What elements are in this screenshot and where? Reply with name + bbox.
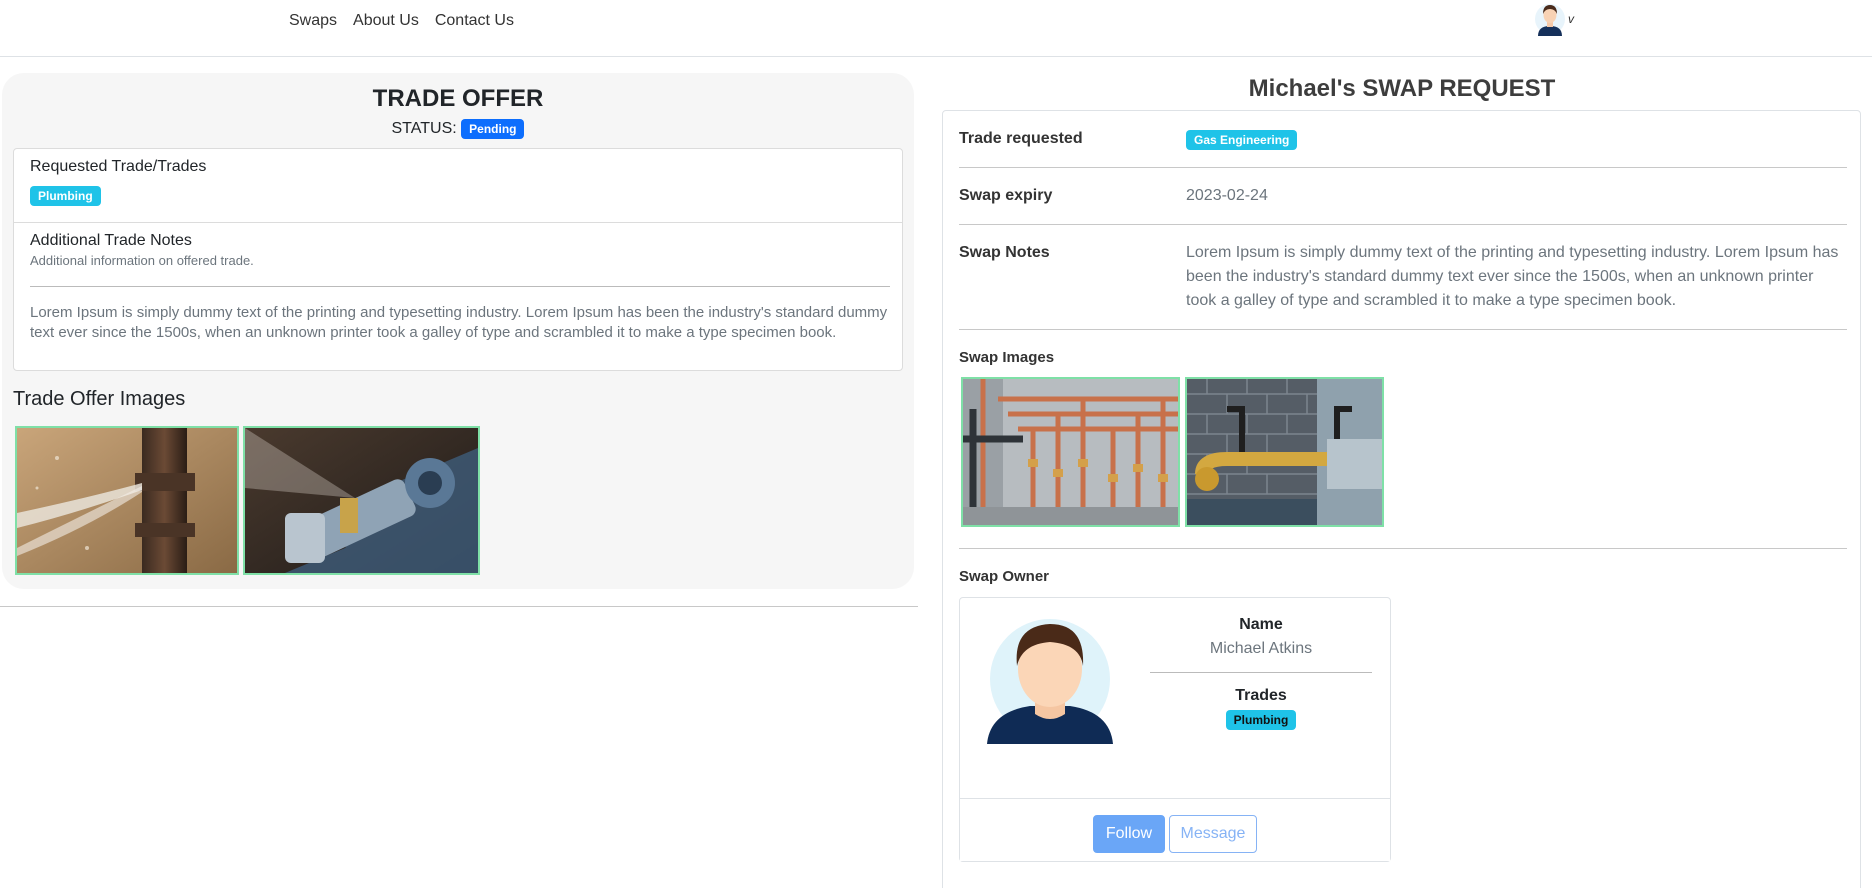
notes-divider <box>30 286 890 287</box>
owner-card-footer: Follow Message <box>960 798 1390 861</box>
owner-trade-badge: Plumbing <box>1225 710 1297 730</box>
trade-requested-badge: Gas Engineering <box>1186 130 1298 150</box>
swap-expiry-value: 2023-02-24 <box>1186 187 1268 204</box>
nav-links: Swaps About Us Contact Us <box>289 10 514 32</box>
trade-requested-label: Trade requested <box>959 130 1083 147</box>
nav-link-contact-us[interactable]: Contact Us <box>435 10 514 32</box>
gas-pipe-image <box>1187 379 1382 525</box>
swap-expiry-label: Swap expiry <box>959 187 1053 204</box>
message-button[interactable]: Message <box>1169 815 1257 853</box>
swap-request-card: Trade requested Gas Engineering Swap exp… <box>942 110 1861 888</box>
trade-offer-image-1[interactable] <box>15 426 239 575</box>
additional-notes-item: Additional Trade Notes Additional inform… <box>14 223 902 371</box>
requested-trade-badge: Plumbing <box>30 186 101 206</box>
user-menu-toggle[interactable]: v <box>1534 2 1574 36</box>
swap-image-2[interactable] <box>1185 377 1384 527</box>
owner-trades-label: Trades <box>1235 687 1287 704</box>
additional-notes-text: Lorem Ipsum is simply dummy text of the … <box>30 304 888 341</box>
owner-info: Name Michael Atkins Trades Plumbing <box>1150 616 1372 730</box>
trade-offer-images-title: Trade Offer Images <box>13 388 186 410</box>
row-divider <box>959 167 1847 168</box>
leaking-valve-image <box>245 428 478 573</box>
owner-avatar-icon <box>987 619 1113 744</box>
trade-offer-details: Requested Trade/Trades Plumbing Addition… <box>13 148 903 371</box>
owner-name-label: Name <box>1239 616 1283 633</box>
status-badge: Pending <box>461 119 525 139</box>
nav-link-swaps[interactable]: Swaps <box>289 10 337 32</box>
swap-notes-label: Swap Notes <box>959 244 1050 261</box>
copper-pipes-image <box>963 379 1178 525</box>
chevron-down-icon: v <box>1568 12 1574 26</box>
swap-images-label: Swap Images <box>959 349 1055 366</box>
row-divider <box>959 548 1847 549</box>
user-avatar-icon <box>1535 4 1565 36</box>
row-divider <box>959 329 1847 330</box>
trade-offer-image-2[interactable] <box>243 426 480 575</box>
left-section-divider <box>0 606 918 607</box>
follow-button[interactable]: Follow <box>1093 815 1165 853</box>
trade-offer-card: TRADE OFFER STATUS: Pending Requested Tr… <box>2 73 914 589</box>
additional-notes-subheading: Additional information on offered trade. <box>30 253 254 268</box>
status-row: STATUS: Pending <box>2 119 914 139</box>
status-label: STATUS: <box>391 120 457 138</box>
burst-pipe-image <box>17 428 237 573</box>
row-divider <box>959 224 1847 225</box>
trade-offer-title: TRADE OFFER <box>372 85 544 112</box>
swap-notes-value: Lorem Ipsum is simply dummy text of the … <box>1186 244 1839 309</box>
swap-image-1[interactable] <box>961 377 1180 527</box>
requested-trades-heading: Requested Trade/Trades <box>30 158 207 175</box>
top-navbar: Swaps About Us Contact Us v <box>0 0 1872 57</box>
owner-name-value: Michael Atkins <box>1209 640 1313 657</box>
owner-profile-card: Name Michael Atkins Trades Plumbing Foll… <box>959 597 1391 862</box>
swap-request-title: Michael's SWAP REQUEST <box>1248 75 1556 102</box>
requested-trades-item: Requested Trade/Trades Plumbing <box>14 149 902 223</box>
owner-info-divider <box>1150 672 1372 673</box>
nav-link-about-us[interactable]: About Us <box>353 10 419 32</box>
additional-notes-heading: Additional Trade Notes <box>30 232 192 249</box>
swap-owner-label: Swap Owner <box>959 568 1050 585</box>
